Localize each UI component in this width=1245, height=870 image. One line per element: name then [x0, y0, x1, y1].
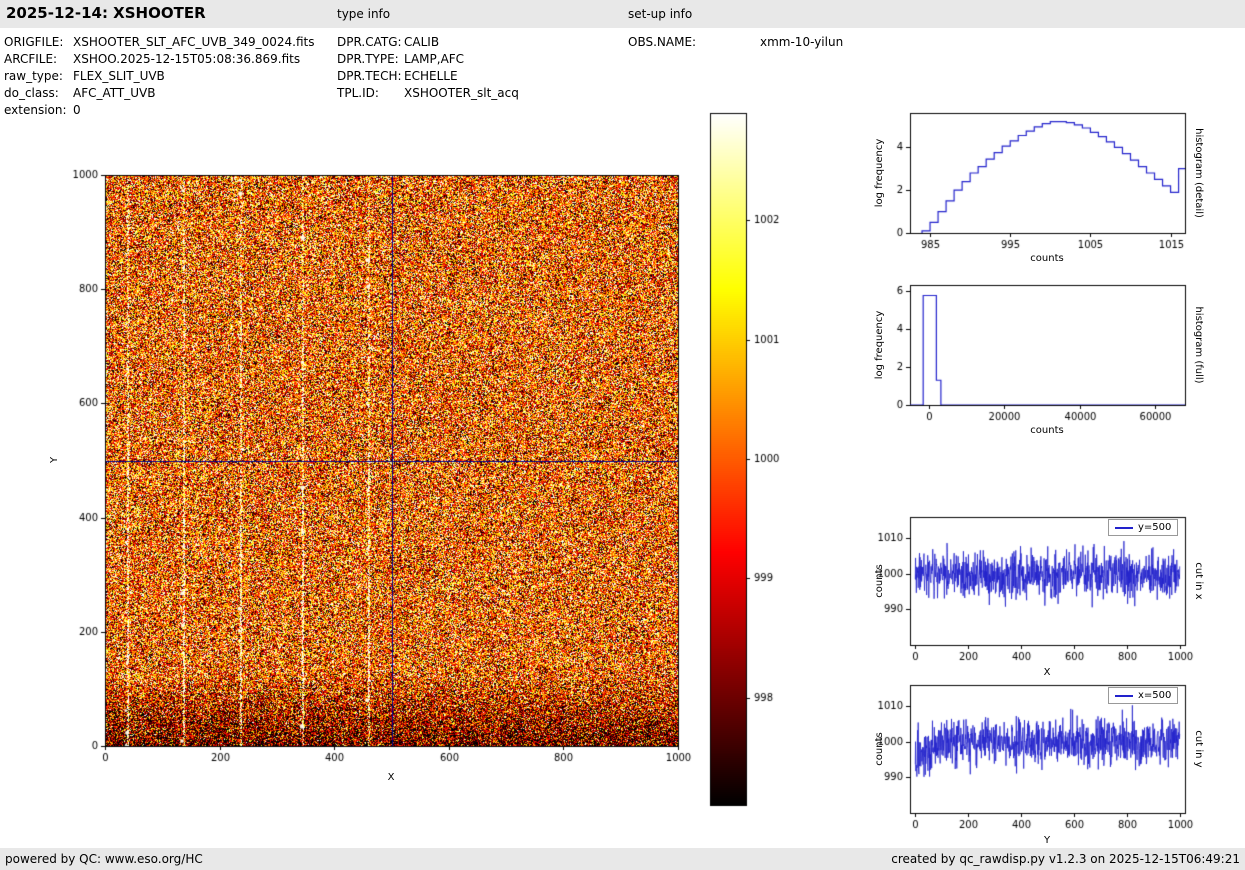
file-metadata-block: ORIGFILE: XSHOOTER_SLT_AFC_UVB_349_0024.… — [4, 34, 314, 119]
metadata-row: DPR.TECH: ECHELLE — [337, 68, 519, 85]
metadata-row: DPR.CATG: CALIB — [337, 34, 519, 51]
qc-report-page: 2025-12-14: XSHOOTER type info set-up in… — [0, 0, 1245, 870]
histogram-full-canvas — [858, 277, 1245, 449]
metadata-key: DPR.TYPE: — [337, 51, 404, 68]
y-axis-label: counts — [873, 521, 887, 641]
setup-info-label: set-up info — [628, 7, 692, 21]
cut-in-x-canvas — [858, 505, 1245, 690]
metadata-value: LAMP,AFC — [404, 51, 464, 68]
right-side-label: cut in y — [1191, 689, 1205, 809]
legend-label: y=500 — [1138, 522, 1171, 533]
right-side-label: cut in x — [1191, 521, 1205, 641]
metadata-key: raw_type: — [4, 68, 73, 85]
metadata-value: ECHELLE — [404, 68, 458, 85]
metadata-value: CALIB — [404, 34, 439, 51]
histogram-full-figure: counts log frequency histogram (full) — [858, 277, 1245, 449]
metadata-value: AFC_ATT_UVB — [73, 85, 155, 102]
metadata-row: extension: 0 — [4, 102, 314, 119]
page-title: 2025-12-14: XSHOOTER — [6, 4, 206, 22]
x-axis-label: counts — [947, 425, 1147, 436]
raw-image-figure: X Y — [50, 160, 700, 810]
right-side-label: histogram (detail) — [1191, 113, 1205, 233]
metadata-value: XSHOOTER_SLT_AFC_UVB_349_0024.fits — [73, 34, 314, 51]
metadata-row: OBS.NAME: xmm-10-yilun — [628, 34, 843, 51]
metadata-key: ORIGFILE: — [4, 34, 73, 51]
metadata-key: ARCFILE: — [4, 51, 73, 68]
type-info-label: type info — [337, 7, 390, 21]
footer-left-text: powered by QC: www.eso.org/HC — [5, 852, 203, 866]
cut-in-x-figure: X counts cut in x y=500 — [858, 505, 1245, 690]
metadata-key: TPL.ID: — [337, 85, 404, 102]
obs-metadata-block: OBS.NAME: xmm-10-yilun — [628, 34, 843, 51]
y-axis-label: log frequency — [873, 285, 887, 405]
colorbar — [708, 105, 808, 815]
cut-in-y-figure: Y counts cut in y x=500 — [858, 673, 1245, 858]
metadata-value: XSHOO.2025-12-15T05:08:36.869.fits — [73, 51, 300, 68]
metadata-row: raw_type: FLEX_SLIT_UVB — [4, 68, 314, 85]
y-axis-label: counts — [873, 689, 887, 809]
metadata-value: FLEX_SLIT_UVB — [73, 68, 165, 85]
x-axis-label: counts — [947, 253, 1147, 264]
legend-label: x=500 — [1138, 690, 1171, 701]
legend-box: y=500 — [1108, 519, 1178, 536]
metadata-row: ARCFILE: XSHOO.2025-12-15T05:08:36.869.f… — [4, 51, 314, 68]
right-side-label: histogram (full) — [1191, 285, 1205, 405]
histogram-detail-canvas — [858, 105, 1245, 277]
metadata-value: XSHOOTER_slt_acq — [404, 85, 519, 102]
metadata-key: DPR.TECH: — [337, 68, 404, 85]
footer-right-text: created by qc_rawdisp.py v1.2.3 on 2025-… — [891, 852, 1240, 866]
x-axis-label: Y — [947, 835, 1147, 846]
legend-line-sample — [1115, 695, 1133, 697]
footer-bar: powered by QC: www.eso.org/HC created by… — [0, 848, 1245, 870]
metadata-value: xmm-10-yilun — [760, 34, 843, 51]
y-axis-label: Y — [48, 400, 62, 520]
metadata-key: OBS.NAME: — [628, 34, 760, 51]
metadata-row: ORIGFILE: XSHOOTER_SLT_AFC_UVB_349_0024.… — [4, 34, 314, 51]
legend-box: x=500 — [1108, 687, 1178, 704]
metadata-key: DPR.CATG: — [337, 34, 404, 51]
metadata-row: TPL.ID: XSHOOTER_slt_acq — [337, 85, 519, 102]
header-bar: 2025-12-14: XSHOOTER type info set-up in… — [0, 0, 1245, 28]
y-axis-label: log frequency — [873, 113, 887, 233]
metadata-key: extension: — [4, 102, 73, 119]
x-axis-label: X — [291, 772, 491, 783]
histogram-detail-figure: counts log frequency histogram (detail) — [858, 105, 1245, 277]
metadata-row: do_class: AFC_ATT_UVB — [4, 85, 314, 102]
dpr-metadata-block: DPR.CATG: CALIB DPR.TYPE: LAMP,AFC DPR.T… — [337, 34, 519, 102]
colorbar-canvas — [708, 105, 808, 815]
raw-image-canvas — [50, 160, 700, 810]
legend-line-sample — [1115, 527, 1133, 529]
metadata-key: do_class: — [4, 85, 73, 102]
metadata-row: DPR.TYPE: LAMP,AFC — [337, 51, 519, 68]
metadata-value: 0 — [73, 102, 81, 119]
cut-in-y-canvas — [858, 673, 1245, 858]
